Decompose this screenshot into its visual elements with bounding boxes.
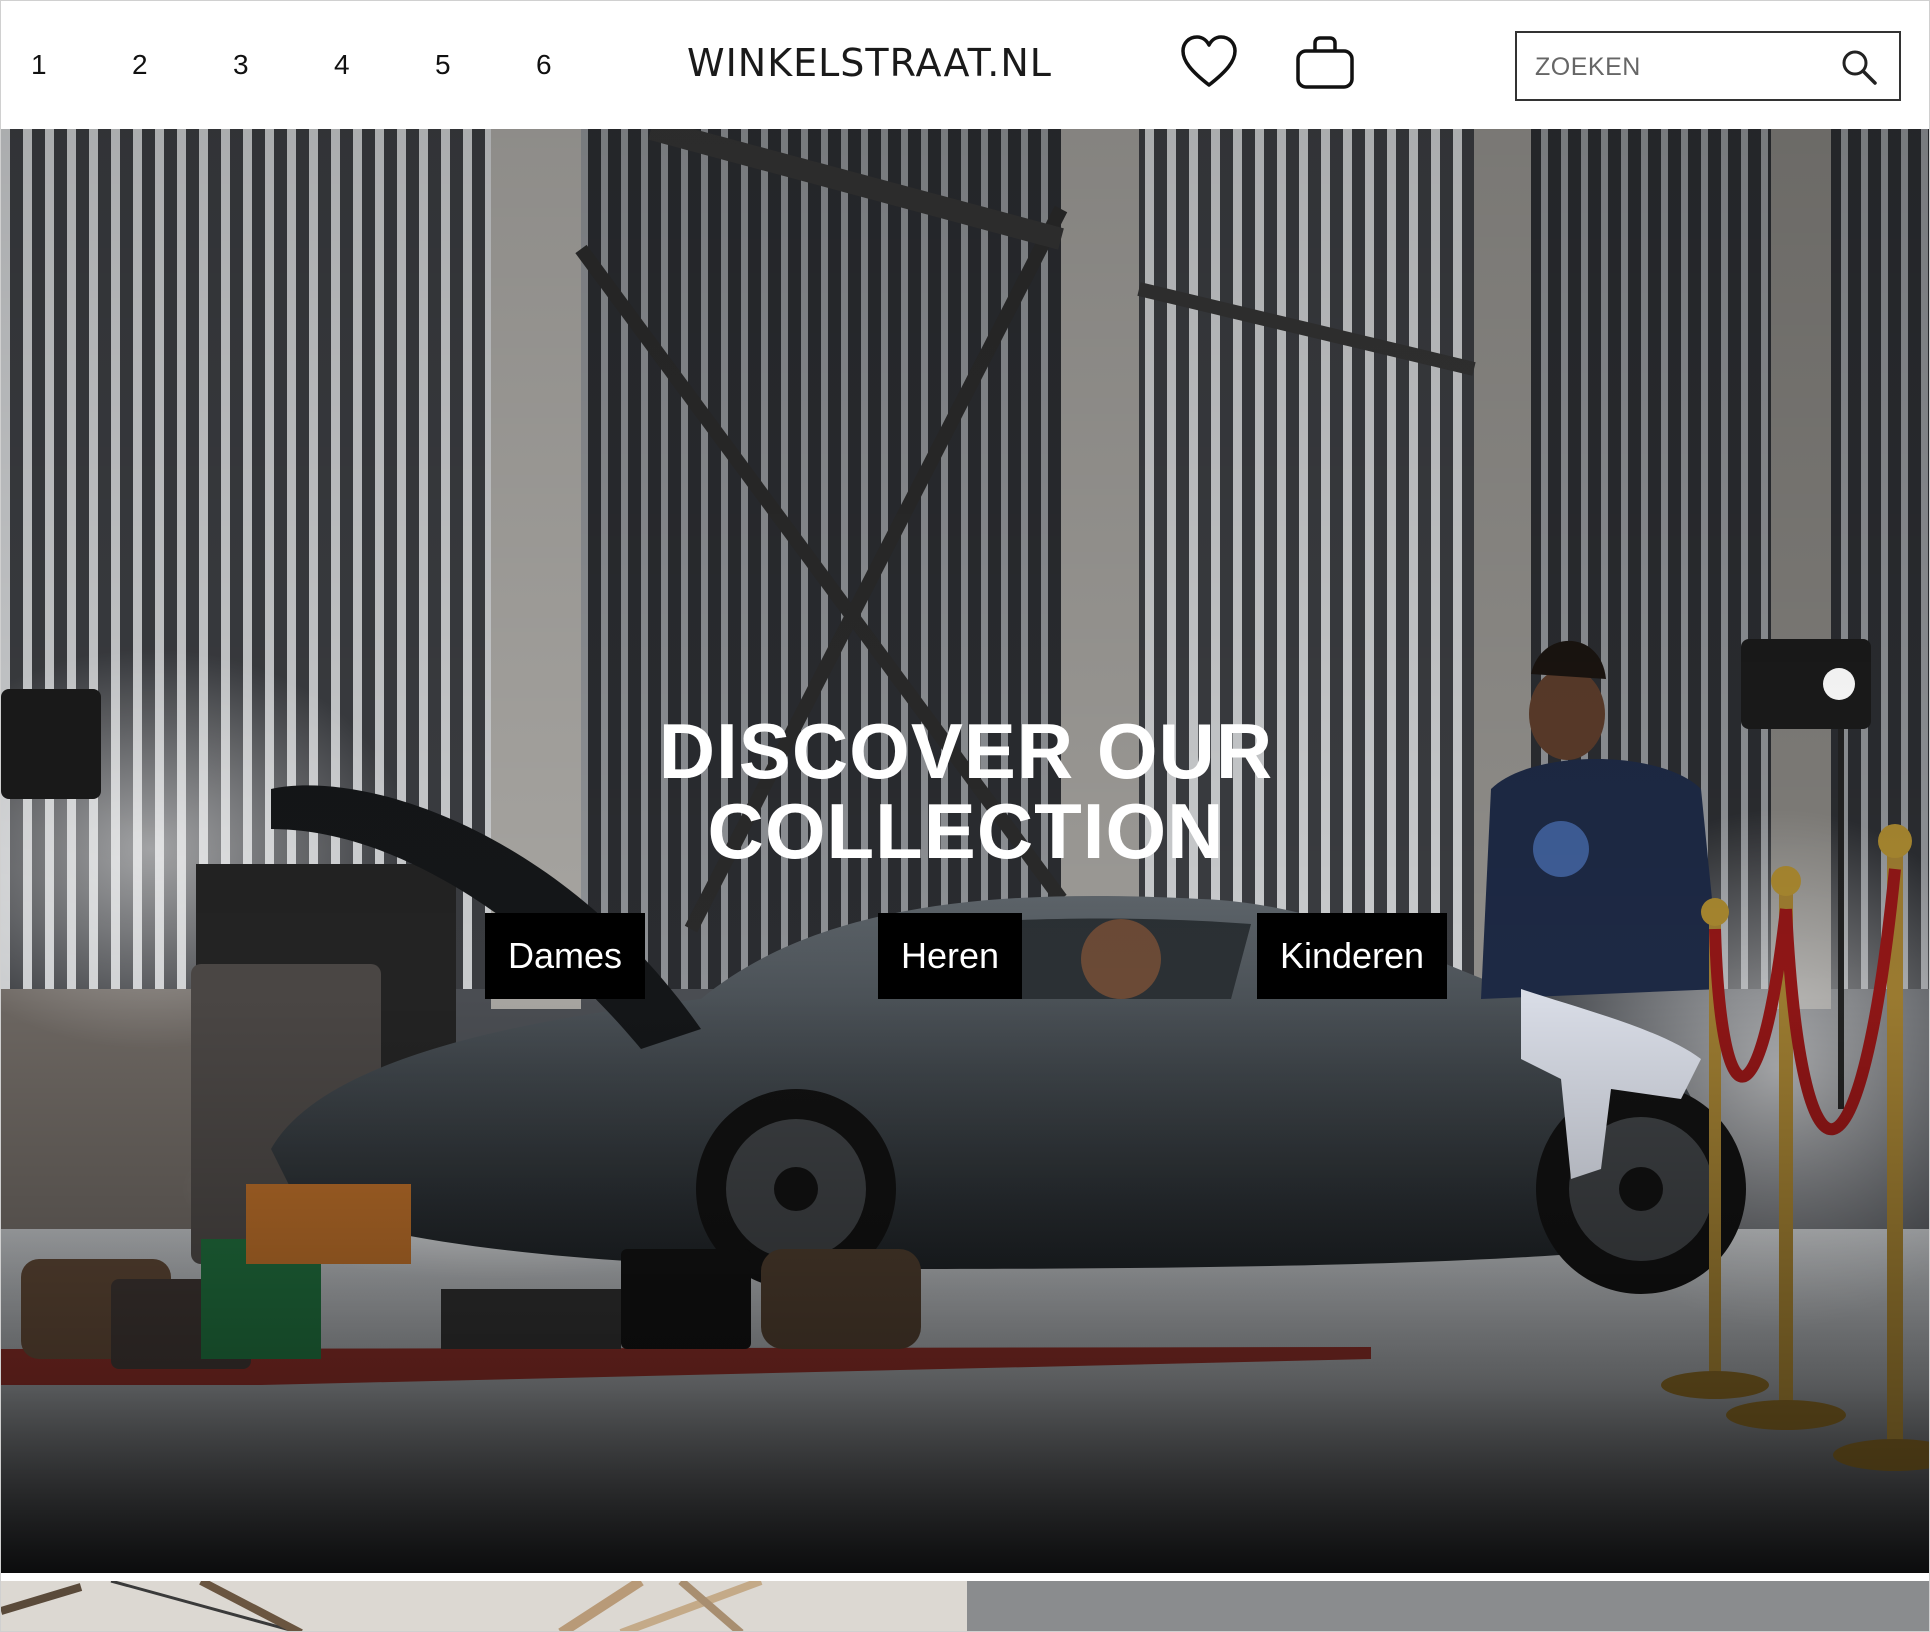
page-link-4[interactable]: 4 (326, 45, 427, 85)
hero-title-line-1: DISCOVER OUR (658, 707, 1274, 795)
search-button[interactable] (1839, 47, 1879, 87)
hero-title-line-2: COLLECTION (707, 787, 1225, 875)
page-link-1[interactable]: 1 (23, 45, 124, 85)
site-logo[interactable]: WINKELSTRAAT.NL (687, 41, 1052, 85)
next-section-preview (1, 1581, 1929, 1631)
page-link-3[interactable]: 3 (225, 45, 326, 85)
preview-image-right[interactable] (967, 1581, 1929, 1631)
page-pagination: 1 2 3 4 5 6 (23, 45, 629, 85)
shopping-bag-icon (1296, 36, 1354, 89)
search-icon (1842, 50, 1877, 85)
category-button-heren[interactable]: Heren (878, 913, 1022, 999)
search-input[interactable] (1535, 45, 1805, 89)
preview-image-left[interactable] (1, 1581, 967, 1631)
site-header: 1 2 3 4 5 6 WINKELSTRAAT.NL (1, 1, 1929, 129)
cart-button[interactable] (1293, 31, 1357, 95)
wishlist-button[interactable] (1177, 31, 1241, 95)
search-box (1515, 31, 1901, 101)
hero-banner: DISCOVER OUR COLLECTION Dames Heren Kind… (1, 129, 1929, 1573)
preview-image-left-graphic (1, 1581, 967, 1631)
page-link-5[interactable]: 5 (427, 45, 528, 85)
page-frame: 1 2 3 4 5 6 WINKELSTRAAT.NL ZOEKEN DISCO… (0, 0, 1930, 1632)
category-button-dames[interactable]: Dames (485, 913, 645, 999)
hero-title: DISCOVER OUR COLLECTION (1, 707, 1929, 875)
page-link-2[interactable]: 2 (124, 45, 225, 85)
page-link-6[interactable]: 6 (528, 45, 629, 85)
category-button-kinderen[interactable]: Kinderen (1257, 913, 1447, 999)
heart-icon (1181, 35, 1237, 87)
